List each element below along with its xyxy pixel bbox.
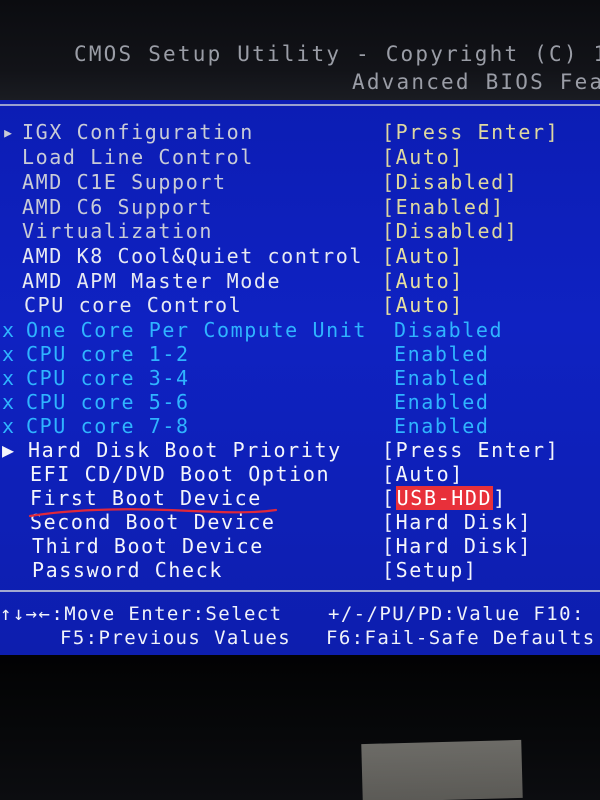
setting-value[interactable]: [Setup]	[382, 558, 478, 582]
menu-row-third-boot-device[interactable]: Third Boot Device [Hard Disk]	[0, 534, 600, 558]
help-failsafe-defaults: F6:Fail-Safe Defaults	[326, 627, 596, 649]
selected-setting-value[interactable]: [USB-HDD]	[382, 486, 507, 510]
setting-label: EFI CD/DVD Boot Option	[30, 462, 331, 486]
setting-value[interactable]: [Auto]	[382, 145, 464, 169]
setting-value[interactable]: [Press Enter]	[382, 438, 559, 462]
setting-label: CPU core 5-6	[26, 390, 190, 414]
setting-label: Hard Disk Boot Priority	[28, 438, 342, 462]
top-divider	[0, 104, 600, 106]
setting-value[interactable]: [Hard Disk]	[382, 534, 532, 558]
disabled-x-icon: x	[2, 366, 16, 390]
setting-value[interactable]: [Enabled]	[382, 195, 505, 219]
setting-value: Enabled	[394, 390, 490, 414]
setting-value: Enabled	[394, 414, 490, 438]
menu-row-cpu-core-3-4: x CPU core 3-4 Enabled	[0, 366, 600, 390]
submenu-arrow-icon: ▶	[2, 438, 16, 462]
setting-value: Enabled	[394, 342, 490, 366]
setting-value[interactable]: [Disabled]	[382, 170, 518, 194]
setting-label: Virtualization	[22, 219, 213, 243]
setting-label: AMD C1E Support	[22, 170, 227, 194]
menu-row-cpu-core-7-8: x CPU core 7-8 Enabled	[0, 414, 600, 438]
setting-label: CPU core Control	[24, 293, 243, 317]
utility-title: CMOS Setup Utility - Copyright (C) 198	[74, 42, 600, 66]
help-divider	[0, 590, 600, 592]
disabled-x-icon: x	[2, 342, 16, 366]
help-change-value: +/-/PU/PD:Value F10:	[328, 603, 585, 625]
setting-label: Third Boot Device	[32, 534, 264, 558]
menu-row-efi-cd-dvd-boot-option[interactable]: EFI CD/DVD Boot Option [Auto]	[0, 462, 600, 486]
setting-value[interactable]: [Auto]	[382, 269, 464, 293]
setting-label: AMD C6 Support	[22, 195, 213, 219]
menu-row-password-check[interactable]: Password Check [Setup]	[0, 558, 600, 582]
help-move-select: ↑↓→←:Move Enter:Select	[0, 603, 283, 625]
bios-screen: CMOS Setup Utility - Copyright (C) 198 A…	[0, 0, 600, 800]
setting-value[interactable]: [Press Enter]	[382, 120, 559, 144]
setting-label: CPU core 7-8	[26, 414, 190, 438]
highlighted-value[interactable]: USB-HDD	[395, 486, 494, 510]
menu-row-amd-c1e-support[interactable]: AMD C1E Support [Disabled]	[0, 170, 600, 194]
red-underline-annotation	[28, 508, 278, 518]
menu-row-one-core-per-compute-unit: x One Core Per Compute Unit Disabled	[0, 318, 600, 342]
menu-row-cpu-core-1-2: x CPU core 1-2 Enabled	[0, 342, 600, 366]
menu-row-hard-disk-boot-priority[interactable]: ▶ Hard Disk Boot Priority [Press Enter]	[0, 438, 600, 462]
menu-row-cpu-core-control[interactable]: CPU core Control [Auto]	[0, 293, 600, 317]
setting-label: AMD K8 Cool&Quiet control	[22, 244, 364, 268]
setting-value[interactable]: [Disabled]	[382, 219, 518, 243]
disabled-x-icon: x	[2, 318, 16, 342]
setting-label: One Core Per Compute Unit	[26, 318, 368, 342]
menu-row-load-line-control[interactable]: Load Line Control [Auto]	[0, 145, 600, 169]
menu-row-cool-and-quiet[interactable]: AMD K8 Cool&Quiet control [Auto]	[0, 244, 600, 268]
setting-value: Enabled	[394, 366, 490, 390]
submenu-arrow-icon: ▸	[2, 120, 16, 144]
menu-row-apm-master-mode[interactable]: AMD APM Master Mode [Auto]	[0, 269, 600, 293]
menu-row-amd-c6-support[interactable]: AMD C6 Support [Enabled]	[0, 195, 600, 219]
help-previous-values: F5:Previous Values	[60, 627, 292, 649]
page-title: Advanced BIOS Feat	[352, 70, 600, 94]
setting-label: CPU core 3-4	[26, 366, 190, 390]
setting-label: Load Line Control	[22, 145, 254, 169]
disabled-x-icon: x	[2, 414, 16, 438]
setting-label: AMD APM Master Mode	[22, 269, 282, 293]
setting-label: CPU core 1-2	[26, 342, 190, 366]
menu-row-cpu-core-5-6: x CPU core 5-6 Enabled	[0, 390, 600, 414]
setting-value[interactable]: [Hard Disk]	[382, 510, 532, 534]
setting-value[interactable]: [Auto]	[382, 462, 464, 486]
menu-row-virtualization[interactable]: Virtualization [Disabled]	[0, 219, 600, 243]
setting-value[interactable]: [Auto]	[382, 293, 464, 317]
setting-value[interactable]: [Auto]	[382, 244, 464, 268]
setting-value: Disabled	[394, 318, 504, 342]
menu-row-igx-configuration[interactable]: ▸ IGX Configuration [Press Enter]	[0, 120, 600, 144]
header-band: CMOS Setup Utility - Copyright (C) 198 A…	[0, 0, 600, 100]
setting-label: IGX Configuration	[22, 120, 254, 144]
disabled-x-icon: x	[2, 390, 16, 414]
desk-paper	[361, 739, 523, 800]
setting-label: Password Check	[32, 558, 223, 582]
